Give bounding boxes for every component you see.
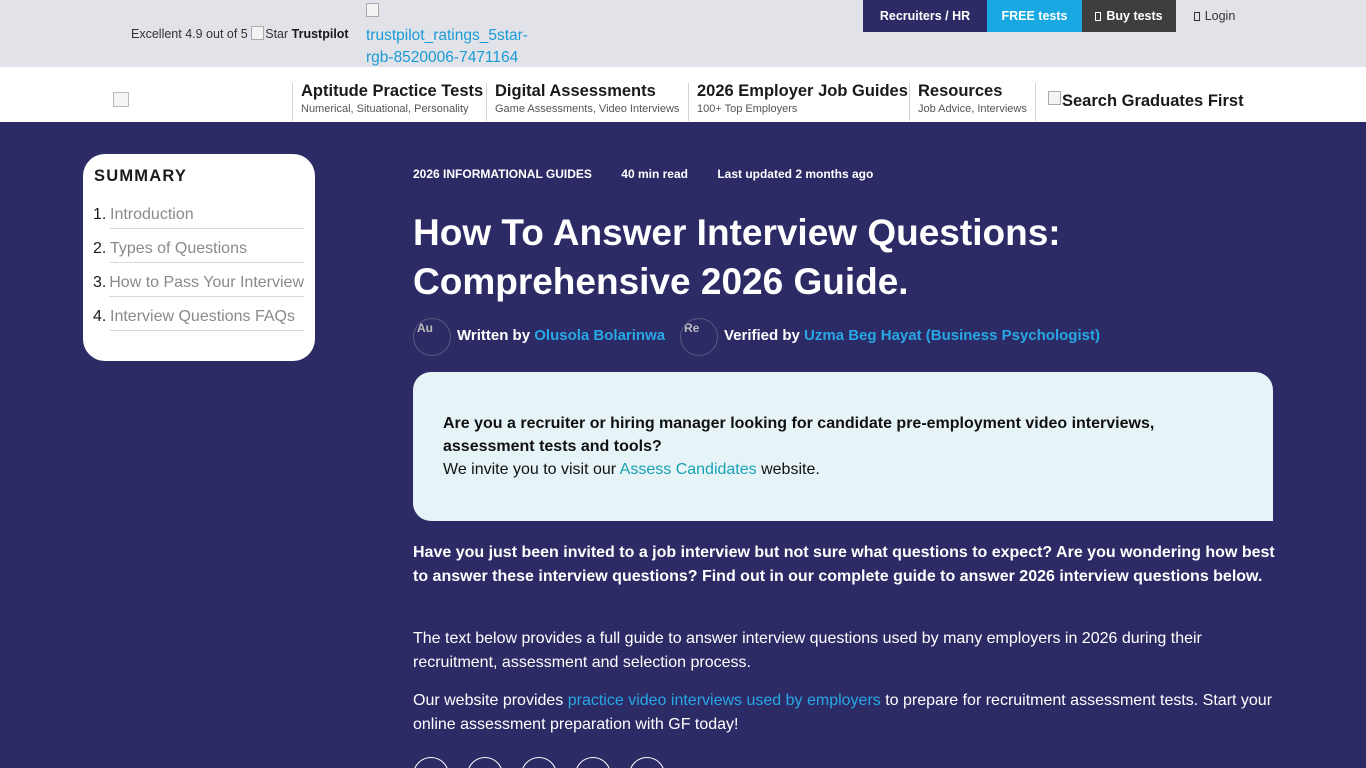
practice-video-interviews-link[interactable]: practice video interviews used by employ…	[568, 692, 881, 709]
written-by-label: Written by	[457, 327, 531, 344]
nav-item-subtitle: Job Advice, Interviews	[918, 103, 1027, 115]
search-button[interactable]: Search Graduates First	[1048, 91, 1244, 111]
share-button[interactable]	[629, 757, 665, 768]
verified-by: Verified by Uzma Beg Hayat (Business Psy…	[724, 327, 1100, 344]
nav-item-subtitle: 100+ Top Employers	[697, 103, 798, 115]
callout-text-pre: We invite you to visit our	[443, 461, 620, 478]
summary-panel: SUMMARY 1. Introduction 2. Types of Ques…	[83, 154, 315, 361]
top-bar: Excellent 4.9 out of 5 Star Trustpilot t…	[0, 0, 1366, 67]
free-tests-button[interactable]: FREE tests	[987, 0, 1082, 32]
reviewer-avatar: Re	[680, 318, 718, 356]
nav-item-aptitude-tests[interactable]: Aptitude Practice Tests Numerical, Situa…	[292, 82, 484, 121]
nav-item-digital-assessments[interactable]: Digital Assessments Game Assessments, Vi…	[486, 82, 680, 121]
star-alt-text: Star	[265, 27, 289, 41]
article-category[interactable]: 2026 INFORMATIONAL GUIDES	[413, 167, 592, 181]
recruiter-callout: Are you a recruiter or hiring manager lo…	[413, 372, 1273, 521]
written-by: Written by Olusola Bolarinwa	[457, 327, 665, 344]
intro-paragraph: Have you just been invited to a job inte…	[413, 544, 1275, 585]
summary-title: SUMMARY	[94, 167, 188, 185]
callout-text-post: website.	[756, 461, 820, 478]
summary-item-number: 3.	[93, 274, 107, 291]
nav-item-resources[interactable]: Resources Job Advice, Interviews	[909, 82, 1027, 121]
share-button[interactable]	[521, 757, 557, 768]
nav-divider	[1035, 83, 1036, 121]
nav-item-title: Aptitude Practice Tests	[301, 82, 484, 100]
author-link[interactable]: Olusola Bolarinwa	[534, 327, 665, 344]
top-buttons: Recruiters / HR FREE tests Buy tests Log…	[863, 0, 1253, 32]
assess-candidates-link[interactable]: Assess Candidates	[620, 461, 757, 478]
nav-item-title: 2026 Employer Job Guides	[697, 82, 908, 100]
share-buttons	[413, 757, 665, 768]
author-avatar: Au	[413, 318, 451, 356]
page-title: How To Answer Interview Questions: Compr…	[413, 212, 1061, 302]
reviewer-link[interactable]: Uzma Beg Hayat (Business Psychologist)	[804, 327, 1100, 344]
trustpilot-brand: Trustpilot	[291, 27, 349, 41]
read-time: 40 min read	[621, 167, 688, 181]
para3-text-pre: Our website provides	[413, 692, 568, 709]
share-button[interactable]	[467, 757, 503, 768]
trustpilot-stars-alt: trustpilot_ratings_5star-rgb-8520006-747…	[366, 27, 528, 66]
buy-tests-label: Buy tests	[1106, 9, 1163, 23]
star-icon	[251, 26, 265, 40]
trustpilot-rating[interactable]: Excellent 4.9 out of 5 Star Trustpilot	[131, 26, 349, 41]
login-label: Login	[1204, 9, 1236, 23]
summary-link-introduction[interactable]: Introduction	[110, 204, 304, 229]
cart-icon	[1095, 11, 1102, 21]
callout-question: Are you a recruiter or hiring manager lo…	[443, 415, 1155, 455]
verified-by-label: Verified by	[724, 327, 800, 344]
search-icon	[1048, 91, 1061, 105]
summary-item: 4. Interview Questions FAQs	[93, 306, 304, 340]
summary-item-number: 2.	[93, 240, 107, 257]
nav-item-subtitle: Numerical, Situational, Personality	[301, 103, 469, 115]
site-logo[interactable]	[113, 92, 129, 107]
search-alt-text: Search Graduates First	[1062, 92, 1244, 110]
trustpilot-rating-text: Excellent 4.9 out of 5	[131, 27, 248, 41]
summary-list: 1. Introduction 2. Types of Questions 3.…	[93, 204, 304, 340]
broken-image-icon	[366, 3, 379, 17]
nav-item-subtitle: Game Assessments, Video Interviews	[495, 103, 680, 115]
body-paragraph-cta: Our website provides practice video inte…	[413, 689, 1278, 736]
user-icon	[1193, 11, 1200, 21]
summary-item: 3. How to Pass Your Interview	[93, 272, 304, 306]
share-button[interactable]	[575, 757, 611, 768]
share-button[interactable]	[413, 757, 449, 768]
summary-item-number: 4.	[93, 308, 107, 325]
article-meta: 2026 INFORMATIONAL GUIDES 40 min read La…	[413, 167, 899, 181]
main-nav: Aptitude Practice Tests Numerical, Situa…	[0, 67, 1366, 122]
summary-item: 2. Types of Questions	[93, 238, 304, 272]
nav-item-title: Resources	[918, 82, 1003, 100]
trustpilot-stars-image[interactable]: trustpilot_ratings_5star-rgb-8520006-747…	[366, 3, 551, 69]
nav-item-employer-guides[interactable]: 2026 Employer Job Guides 100+ Top Employ…	[688, 82, 908, 121]
buy-tests-button[interactable]: Buy tests	[1082, 0, 1176, 32]
summary-item-number: 1.	[93, 206, 107, 223]
nav-item-title: Digital Assessments	[495, 82, 656, 100]
body-paragraph: The text below provides a full guide to …	[413, 630, 1202, 671]
recruiters-button[interactable]: Recruiters / HR	[863, 0, 987, 32]
summary-link-faqs[interactable]: Interview Questions FAQs	[110, 306, 304, 331]
summary-link-how-to-pass[interactable]: How to Pass Your Interview	[109, 272, 304, 297]
last-updated: Last updated 2 months ago	[717, 167, 874, 181]
summary-link-types[interactable]: Types of Questions	[110, 238, 304, 263]
summary-item: 1. Introduction	[93, 204, 304, 238]
login-button[interactable]: Login	[1176, 0, 1253, 32]
